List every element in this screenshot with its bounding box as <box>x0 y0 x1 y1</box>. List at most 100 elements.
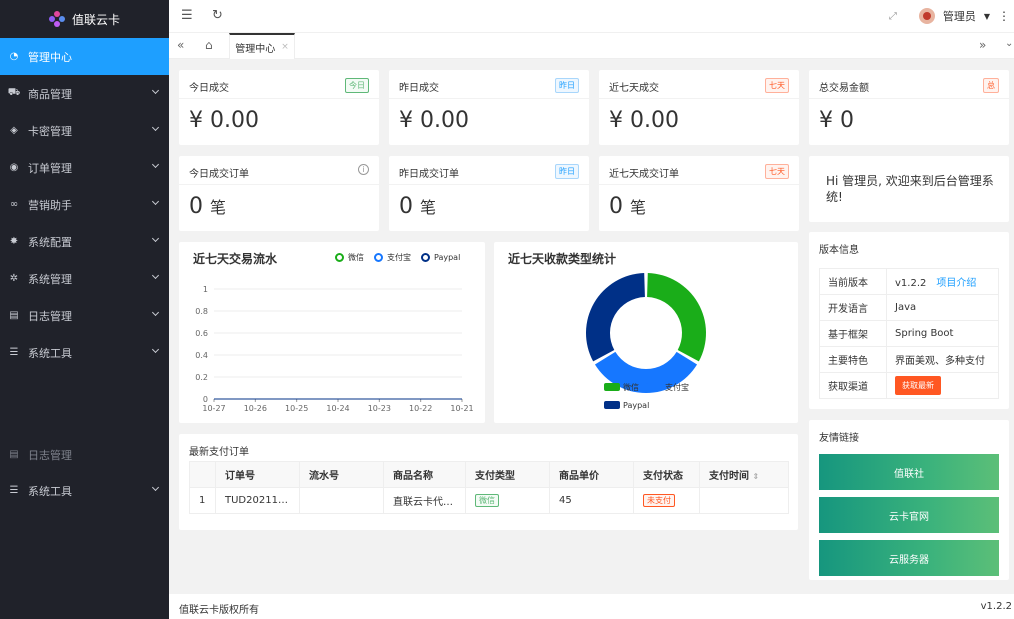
legend-swatch[interactable] <box>604 383 620 391</box>
donut-chart: 微信 支付宝 Paypal <box>586 273 706 410</box>
fullscreen-icon[interactable]: ⤢ <box>889 11 897 22</box>
sidebar-item-tools[interactable]: ☰ 系统工具 <box>0 334 169 371</box>
pie-slice[interactable] <box>586 273 645 362</box>
project-intro-link[interactable]: 项目介绍 <box>936 278 976 289</box>
log-icon: ▤ <box>9 310 19 321</box>
get-latest-button[interactable]: 获取最新 <box>895 376 941 395</box>
friend-link-button[interactable]: 云服务器 <box>819 540 999 576</box>
legend-label[interactable]: 微信 <box>623 382 639 392</box>
chevron-down-icon <box>151 345 160 354</box>
table-header-index <box>189 461 216 488</box>
stat-title: 昨日成交订单 <box>399 169 459 180</box>
stat-card-today-orders: 今日成交订单 i 0 笔 <box>179 156 379 231</box>
chevron-down-icon <box>151 271 160 280</box>
settings-icon: ✲ <box>9 273 19 284</box>
friend-link-button[interactable]: 值联社 <box>819 454 999 490</box>
app-logo[interactable]: 值联云卡 <box>0 0 169 38</box>
order-icon: ◉ <box>9 162 19 173</box>
table-header[interactable]: 支付类型 <box>465 461 550 488</box>
cart-icon: ⛟ <box>7 87 21 98</box>
sidebar-item-label: 订单管理 <box>28 161 72 175</box>
orders-table: 订单号 流水号 商品名称 支付类型 商品单价 支付状态 支付时间 ⇕ 1 TUD… <box>189 461 789 514</box>
stat-title: 昨日成交 <box>399 83 439 94</box>
pie-chart-card: 近七天收款类型统计 微信 支付宝 Paypal <box>494 242 798 423</box>
tab-scroll-left-icon[interactable]: « <box>177 38 184 52</box>
table-row[interactable]: 1 TUD20211… 直联云卡代… 微信 45 未支付 <box>189 487 789 514</box>
chevron-down-icon <box>151 86 160 95</box>
y-tick-label: 0.8 <box>195 307 208 316</box>
stat-title: 近七天成交订单 <box>609 169 679 180</box>
status-badge: 未支付 <box>643 494 675 507</box>
sidebar-item-products[interactable]: ⛟ 商品管理 <box>0 75 169 112</box>
sidebar-item-orders[interactable]: ◉ 订单管理 <box>0 149 169 186</box>
sidebar-item-dashboard[interactable]: ◔ 管理中心 <box>0 38 169 75</box>
user-name[interactable]: 管理员 <box>943 8 976 24</box>
tab-bar: « ⌂ 管理中心 × » ⌄ <box>169 32 1014 59</box>
section-title: 友情链接 <box>819 433 859 444</box>
section-title: 版本信息 <box>819 245 859 256</box>
top-header: ☰ ↻ ⤢ 管理员 ▼ ⋮ <box>169 0 1014 32</box>
chevron-down-icon[interactable]: ⌄ <box>1005 38 1013 49</box>
table-header-sortable[interactable]: 支付时间 ⇕ <box>699 461 789 488</box>
table-cell: v1.2.2 项目介绍 <box>886 268 999 295</box>
sidebar-item-tools-extra[interactable]: ☰ 系统工具 <box>0 472 169 509</box>
sidebar-item-label: 系统管理 <box>28 272 72 286</box>
pie-slice[interactable] <box>647 273 706 362</box>
avatar[interactable] <box>918 8 935 24</box>
sidebar-item-cards[interactable]: ◈ 卡密管理 <box>0 112 169 149</box>
table-cell: 获取渠道 <box>819 372 887 399</box>
table-header[interactable]: 商品单价 <box>549 461 634 488</box>
table-header[interactable]: 流水号 <box>299 461 384 488</box>
sidebar-ghost-item: ▤ 日志管理 <box>0 448 169 462</box>
table-cell: 未支付 <box>633 487 700 514</box>
tab-scroll-right-icon[interactable]: » <box>979 38 986 52</box>
legend-label[interactable]: Paypal <box>623 401 649 410</box>
footer: 值联云卡版权所有 v1.2.2 <box>169 594 1014 619</box>
table-header[interactable]: 商品名称 <box>383 461 466 488</box>
tools-icon: ☰ <box>9 485 19 496</box>
legend-swatch[interactable] <box>646 383 662 391</box>
header-right: ⤢ 管理员 ▼ ⋮ <box>889 0 1014 32</box>
table-cell: 获取最新 <box>886 372 999 399</box>
sidebar-item-label: 系统工具 <box>28 346 72 360</box>
stat-value: ¥ 0.00 <box>609 108 679 133</box>
logo-text: 值联云卡 <box>71 12 120 27</box>
tools-icon: ☰ <box>9 347 19 358</box>
tab-dashboard[interactable]: 管理中心 × <box>229 33 295 59</box>
x-tick-label: 10-22 <box>409 404 432 413</box>
stat-card-week: 近七天成交 七天 ¥ 0.00 <box>599 70 799 145</box>
sidebar-item-marketing[interactable]: ∞ 营销助手 <box>0 186 169 223</box>
home-icon[interactable]: ⌂ <box>205 38 213 52</box>
chevron-down-icon <box>151 234 160 243</box>
table-cell: 界面美观、多种支付 <box>886 346 999 373</box>
refresh-icon[interactable]: ↻ <box>212 8 223 23</box>
more-icon[interactable]: ⋮ <box>998 9 1010 23</box>
close-icon[interactable]: × <box>281 42 289 52</box>
stat-badge: 七天 <box>765 78 789 93</box>
sidebar-item-logs[interactable]: ▤ 日志管理 <box>0 297 169 334</box>
y-tick-label: 0.4 <box>195 351 208 360</box>
sort-icon[interactable]: ⇕ <box>752 472 759 481</box>
layers-icon: ◈ <box>10 125 18 136</box>
sidebar: 值联云卡 ◔ 管理中心 ⛟ 商品管理 ◈ 卡密管理 ◉ 订单管理 ∞ 营销助手 … <box>0 0 169 619</box>
stat-badge: 昨日 <box>555 78 579 93</box>
menu-toggle-icon[interactable]: ☰ <box>181 8 193 23</box>
table-header[interactable]: 订单号 <box>215 461 300 488</box>
table-header[interactable]: 支付状态 <box>633 461 700 488</box>
friend-link-button[interactable]: 云卡官网 <box>819 497 999 533</box>
chevron-down-icon <box>151 123 160 132</box>
gear-icon: ✸ <box>9 236 19 247</box>
table-cell <box>299 487 384 514</box>
legend-swatch[interactable] <box>604 401 620 409</box>
table-cell: Spring Boot <box>886 320 999 347</box>
tab-label: 管理中心 <box>235 43 276 55</box>
table-cell: 直联云卡代… <box>383 487 466 514</box>
pay-type-badge: 微信 <box>475 494 499 507</box>
caret-down-icon[interactable]: ▼ <box>984 12 990 21</box>
info-icon[interactable]: i <box>358 164 369 175</box>
sidebar-item-config[interactable]: ✸ 系统配置 <box>0 223 169 260</box>
sidebar-item-system[interactable]: ✲ 系统管理 <box>0 260 169 297</box>
log-icon: ▤ <box>9 449 19 460</box>
table-row: 当前版本 v1.2.2 项目介绍 <box>819 268 999 295</box>
legend-label[interactable]: 支付宝 <box>665 382 689 392</box>
